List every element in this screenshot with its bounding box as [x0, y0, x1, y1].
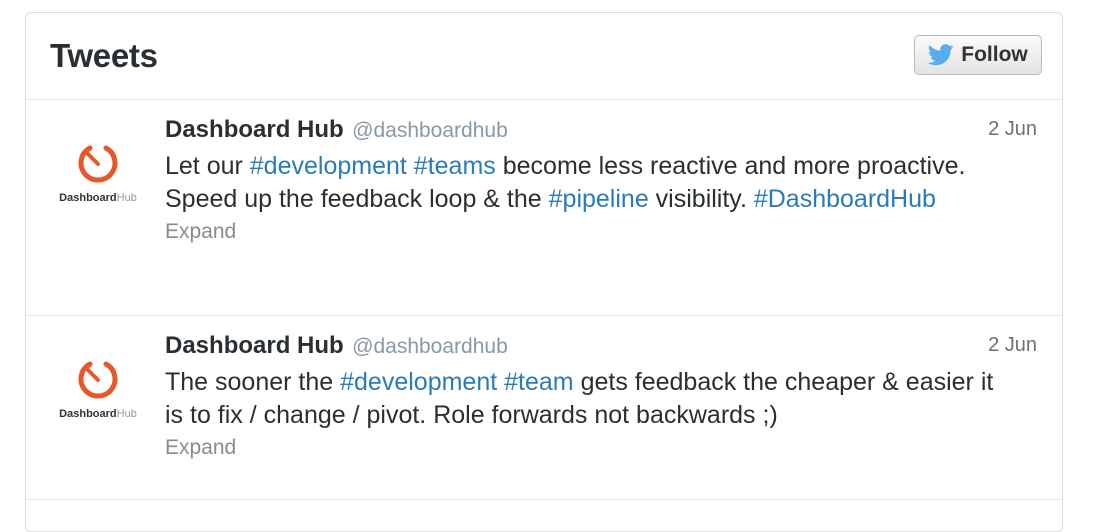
avatar[interactable]: DashboardHub [50, 140, 146, 218]
avatar[interactable]: DashboardHub [50, 356, 146, 434]
tweet-text: Let our #development #teams become less … [165, 152, 966, 213]
avatar-wordmark: DashboardHub [59, 192, 137, 204]
hashtag-link[interactable]: #team [504, 368, 573, 396]
tweets-widget: Tweets Follow DashboardHub Dashboard Hub… [25, 12, 1063, 532]
dashboardhub-logo-icon [78, 361, 118, 399]
twitter-bird-icon [928, 44, 954, 66]
dashboardhub-logo-icon [78, 145, 118, 183]
hashtag-link[interactable]: #DashboardHub [754, 185, 936, 213]
author-name[interactable]: Dashboard Hub [165, 332, 344, 359]
hashtag-link[interactable]: #development [250, 152, 407, 180]
tweet-body: Dashboard Hub @dashboardhub Let our #dev… [165, 116, 1005, 244]
tweet-header: Dashboard Hub @dashboardhub [165, 116, 1005, 150]
hashtag-link[interactable]: #development [340, 368, 497, 396]
tweet-date[interactable]: 2 Jun [988, 334, 1037, 357]
hashtag-link[interactable]: #teams [414, 152, 496, 180]
author-handle[interactable]: @dashboardhub [352, 335, 508, 358]
author-handle[interactable]: @dashboardhub [352, 119, 508, 142]
tweet-header: Dashboard Hub @dashboardhub [165, 332, 1005, 366]
follow-button[interactable]: Follow [914, 35, 1042, 75]
follow-label: Follow [961, 43, 1028, 66]
author-name[interactable]: Dashboard Hub [165, 116, 344, 143]
expand-link[interactable]: Expand [165, 220, 236, 244]
tweet-text: The sooner the #development #team gets f… [165, 368, 994, 429]
widget-title: Tweets [50, 37, 158, 74]
expand-link[interactable]: Expand [165, 436, 236, 460]
avatar-wordmark: DashboardHub [59, 408, 137, 420]
tweet-body: Dashboard Hub @dashboardhub The sooner t… [165, 332, 1005, 460]
tweet: DashboardHub Dashboard Hub @dashboardhub… [26, 100, 1062, 316]
tweet-date[interactable]: 2 Jun [988, 118, 1037, 141]
hashtag-link[interactable]: #pipeline [549, 185, 649, 213]
tweet: DashboardHub Dashboard Hub @dashboardhub… [26, 316, 1062, 500]
widget-header: Tweets Follow [26, 13, 1062, 100]
